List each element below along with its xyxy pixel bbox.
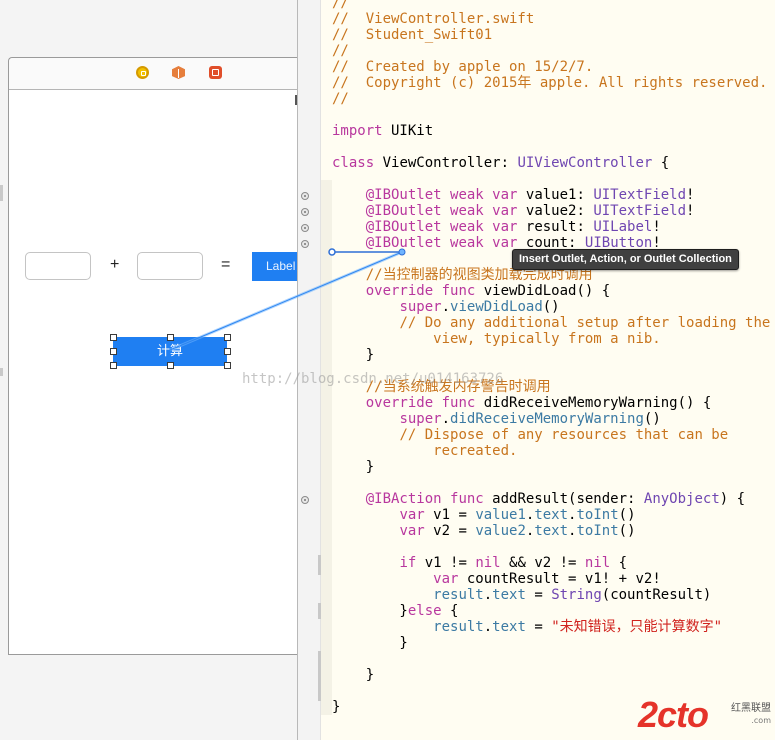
- code-line[interactable]: super.didReceiveMemoryWarning(): [332, 411, 770, 427]
- equals-label: =: [221, 256, 231, 273]
- scope-highlight: [321, 180, 332, 715]
- code-line[interactable]: result.text = String(countResult): [332, 587, 770, 603]
- outlet-connection-icon[interactable]: [301, 240, 309, 248]
- code-line[interactable]: override func viewDidLoad() {: [332, 283, 770, 299]
- code-line[interactable]: [332, 107, 770, 123]
- code-line[interactable]: // Created by apple on 15/2/7.: [332, 59, 770, 75]
- view-controller-scene[interactable]: + = Label 计算: [8, 57, 302, 655]
- selection-handle[interactable]: [224, 348, 231, 355]
- code-line[interactable]: }else {: [332, 603, 770, 619]
- code-line[interactable]: // Student_Swift01: [332, 27, 770, 43]
- logo-wordmark: 2cto: [638, 694, 709, 735]
- view-controller-icon[interactable]: [136, 66, 149, 79]
- code-line[interactable]: }: [332, 347, 770, 363]
- code-line[interactable]: [332, 475, 770, 491]
- outlet-connection-icon[interactable]: [301, 208, 309, 216]
- insert-outlet-tooltip: Insert Outlet, Action, or Outlet Collect…: [512, 249, 739, 270]
- code-line[interactable]: [332, 363, 770, 379]
- first-responder-icon[interactable]: [172, 66, 185, 79]
- code-line[interactable]: @IBAction func addResult(sender: AnyObje…: [332, 491, 770, 507]
- code-line[interactable]: recreated.: [332, 443, 770, 459]
- code-line[interactable]: super.viewDidLoad(): [332, 299, 770, 315]
- logo-subtitle: 红黑联盟: [731, 703, 771, 714]
- logo-domain: .com: [751, 716, 771, 725]
- selection-handle[interactable]: [110, 362, 117, 369]
- exit-icon[interactable]: [209, 66, 222, 79]
- code-line[interactable]: class ViewController: UIViewController {: [332, 155, 770, 171]
- selection-handle[interactable]: [224, 334, 231, 341]
- interface-builder-canvas: + = Label 计算: [0, 0, 302, 740]
- code-line[interactable]: // ViewController.swift: [332, 11, 770, 27]
- code-line[interactable]: var v2 = value2.text.toInt(): [332, 523, 770, 539]
- code-line[interactable]: var countResult = v1! + v2!: [332, 571, 770, 587]
- selection-handle[interactable]: [167, 362, 174, 369]
- code-line[interactable]: @IBOutlet weak var result: UILabel!: [332, 219, 770, 235]
- code-line[interactable]: override func didReceiveMemoryWarning() …: [332, 395, 770, 411]
- code-line[interactable]: import UIKit: [332, 123, 770, 139]
- code-line[interactable]: var v1 = value1.text.toInt(): [332, 507, 770, 523]
- code-line[interactable]: result.text = "未知错误，只能计算数字": [332, 619, 770, 635]
- result-label[interactable]: Label: [252, 252, 302, 281]
- selection-handle[interactable]: [167, 334, 174, 341]
- scene-dock: [9, 58, 297, 90]
- site-logo: 2cto 红黑联盟 .com: [638, 694, 775, 740]
- code-line[interactable]: @IBOutlet weak var value1: UITextField!: [332, 187, 770, 203]
- code-line[interactable]: }: [332, 667, 770, 683]
- code-line[interactable]: [332, 139, 770, 155]
- action-connection-icon[interactable]: [301, 496, 309, 504]
- selection-handle[interactable]: [110, 348, 117, 355]
- selection-handle[interactable]: [224, 362, 231, 369]
- code-line[interactable]: //: [332, 0, 770, 11]
- value1-text-field[interactable]: [25, 252, 91, 280]
- plus-label: +: [110, 256, 120, 273]
- code-line[interactable]: // Copyright (c) 2015年 apple. All rights…: [332, 75, 770, 91]
- canvas-edge-marker: [0, 368, 3, 376]
- code-line[interactable]: //当系统触发内存警告时调用: [332, 379, 770, 395]
- selection-handle[interactable]: [110, 334, 117, 341]
- code-line[interactable]: [332, 539, 770, 555]
- code-line[interactable]: // Do any additional setup after loading…: [332, 315, 770, 331]
- code-line[interactable]: @IBOutlet weak var value2: UITextField!: [332, 203, 770, 219]
- canvas-edge-marker: [0, 185, 3, 201]
- code-line[interactable]: if v1 != nil && v2 != nil {: [332, 555, 770, 571]
- outlet-connection-icon[interactable]: [301, 224, 309, 232]
- editor-gutter: [298, 0, 320, 740]
- code-line[interactable]: }: [332, 635, 770, 651]
- code-line[interactable]: }: [332, 459, 770, 475]
- outlet-connection-icon[interactable]: [301, 192, 309, 200]
- code-line[interactable]: [332, 651, 770, 667]
- code-line[interactable]: // Dispose of any resources that can be: [332, 427, 770, 443]
- code-line[interactable]: view, typically from a nib.: [332, 331, 770, 347]
- value2-text-field[interactable]: [137, 252, 203, 280]
- code-line[interactable]: //: [332, 91, 770, 107]
- code-line[interactable]: //: [332, 43, 770, 59]
- code-line[interactable]: [332, 171, 770, 187]
- swift-source-code[interactable]: //// ViewController.swift// Student_Swif…: [332, 0, 770, 715]
